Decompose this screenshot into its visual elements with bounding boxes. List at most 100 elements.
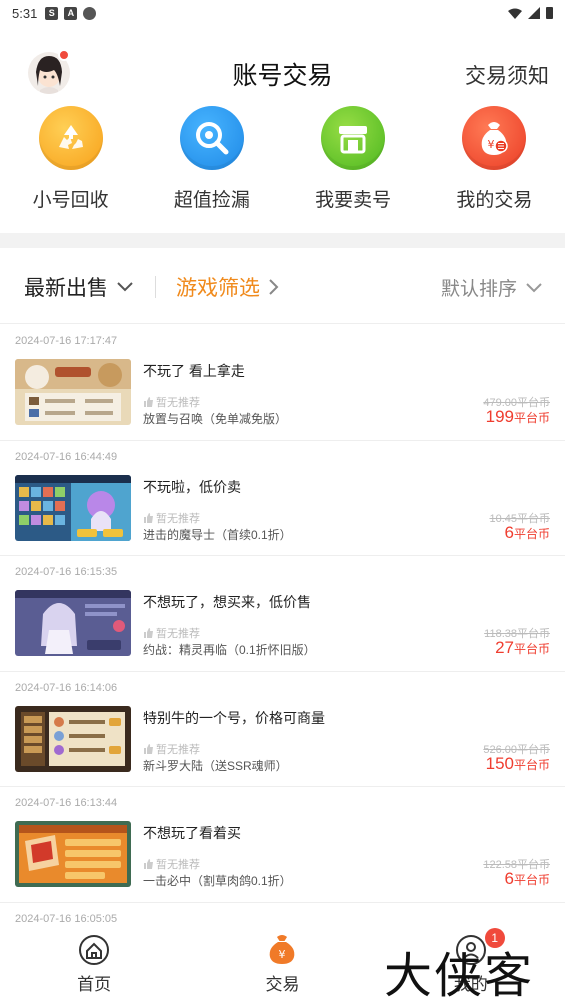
listing-thumbnail xyxy=(15,359,131,425)
no-recommend-tag: 暂无推荐 xyxy=(143,394,200,410)
sale-price: 150 平台币 xyxy=(486,754,550,774)
no-recommend-label: 暂无推荐 xyxy=(156,859,200,871)
game-filter-button[interactable]: 游戏筛选 xyxy=(176,272,280,302)
no-recommend-tag: 暂无推荐 xyxy=(143,510,200,526)
game-name: 一击必中（割草肉鸽0.1折） xyxy=(143,874,292,888)
signal-icon xyxy=(528,7,540,19)
latest-sale-dropdown[interactable]: 最新出售 xyxy=(24,272,134,302)
price-value: 6 xyxy=(504,869,514,888)
no-recommend-tag: 暂无推荐 xyxy=(143,856,200,872)
listing-time: 2024-07-16 16:44:49 xyxy=(15,450,118,463)
listing-time: 2024-07-16 16:14:06 xyxy=(15,681,118,694)
listing-title: 不玩了 看上拿走 xyxy=(143,363,245,379)
listing-thumbnail xyxy=(15,705,131,772)
no-recommend-tag: 暂无推荐 xyxy=(143,741,200,757)
sale-price: 27 平台币 xyxy=(495,638,550,658)
game-name: 放置与召唤（免单减免版） xyxy=(143,412,288,426)
nav-home[interactable]: 首页 xyxy=(0,928,188,1004)
filter-bar: 最新出售 游戏筛选 默认排序 xyxy=(0,248,565,324)
listing-thumbnail xyxy=(15,590,131,656)
no-recommend-label: 暂无推荐 xyxy=(156,743,200,756)
price-value: 199 xyxy=(485,407,514,426)
listing-time: 2024-07-16 16:13:44 xyxy=(15,797,118,809)
price-unit: 平台币 xyxy=(513,411,550,425)
home-icon xyxy=(79,935,110,965)
svg-text:¥: ¥ xyxy=(488,138,495,151)
thumb-up-icon xyxy=(144,397,153,407)
thumb-up-icon xyxy=(144,859,153,869)
svg-text:¥: ¥ xyxy=(279,948,286,961)
game-filter-label: 游戏筛选 xyxy=(176,277,260,300)
nav-trade[interactable]: ¥ 交易 xyxy=(188,928,376,1004)
thumb-up-icon xyxy=(144,743,153,754)
price-value: 6 xyxy=(504,522,514,542)
price-unit: 平台币 xyxy=(513,873,550,887)
battery-icon xyxy=(546,7,553,19)
quick-menu: 小号回收 超值捡漏 我要卖号 ¥ 我的交易 xyxy=(0,106,565,226)
s-app-icon: S xyxy=(45,6,59,20)
recycle-icon xyxy=(38,106,103,170)
quick-menu-recycle[interactable]: 小号回收 xyxy=(0,106,141,226)
sale-price: 6 平台币 xyxy=(505,523,550,543)
listing-title: 不想玩了，想买来，低价售 xyxy=(143,594,311,610)
a-app-icon: A xyxy=(64,6,78,20)
trade-notice-link[interactable]: 交易须知 xyxy=(465,60,549,90)
listing-thumbnail xyxy=(15,821,131,887)
nav-label: 交易 xyxy=(265,975,300,994)
watermark: 大侠客 xyxy=(384,948,535,1004)
price-value: 150 xyxy=(485,753,514,773)
game-name: 进击的魔导士（首续0.1折） xyxy=(143,527,292,542)
status-time: 5:31 xyxy=(12,5,38,21)
money-bag-icon: ¥ xyxy=(270,935,295,964)
price-unit: 平台币 xyxy=(513,757,550,772)
game-name: 约战：精灵再临（0.1折怀旧版） xyxy=(143,643,316,657)
shop-icon xyxy=(321,106,386,170)
money-bag-icon: ¥ xyxy=(462,106,527,170)
listing-time: 2024-07-16 16:15:35 xyxy=(15,566,118,578)
no-recommend-label: 暂无推荐 xyxy=(156,397,200,409)
listing-item[interactable]: 2024-07-16 16:15:35 不想玩了，想买来，低价售 暂无推荐 约战… xyxy=(0,556,565,672)
sale-price: 199 平台币 xyxy=(486,407,550,427)
sort-dropdown[interactable]: 默认排序 xyxy=(441,274,543,301)
listing-title: 不玩啦，低价卖 xyxy=(143,478,241,495)
sale-price: 6 平台币 xyxy=(505,869,550,889)
quick-menu-label: 小号回收 xyxy=(32,190,109,211)
chevron-down-icon xyxy=(526,282,542,292)
listing-thumbnail xyxy=(15,474,131,541)
price-unit: 平台币 xyxy=(513,526,550,541)
thumb-up-icon xyxy=(144,512,153,523)
nav-label: 首页 xyxy=(77,975,112,994)
latest-sale-label: 最新出售 xyxy=(24,277,108,300)
quick-menu-label: 我要卖号 xyxy=(315,190,392,211)
price-value: 27 xyxy=(495,638,514,657)
listing-item[interactable]: 2024-07-16 16:13:44 不想玩了看着买 暂无推荐 一击必中（割草… xyxy=(0,787,565,903)
listing-item[interactable]: 2024-07-16 16:44:49 不玩啦，低价卖 暂无推荐 进击的魔导士（… xyxy=(0,441,565,556)
listing-time: 2024-07-16 16:05:05 xyxy=(15,913,118,925)
search-icon xyxy=(179,106,244,170)
listing-title: 特别牛的一个号，价格可商量 xyxy=(143,709,325,726)
section-divider xyxy=(0,233,565,248)
sort-label: 默认排序 xyxy=(440,279,517,300)
listing-time: 2024-07-16 17:17:47 xyxy=(15,335,118,347)
circle-icon xyxy=(83,6,97,20)
filter-separator xyxy=(155,276,156,298)
header: 账号交易 交易须知 xyxy=(0,40,565,106)
quick-menu-label: 我的交易 xyxy=(456,190,533,211)
listing-item[interactable]: 2024-07-16 17:17:47 不玩了 看上拿走 暂无推荐 放置与召唤（… xyxy=(0,325,565,441)
no-recommend-label: 暂无推荐 xyxy=(156,628,200,640)
no-recommend-tag: 暂无推荐 xyxy=(143,625,200,641)
quick-menu-sell[interactable]: 我要卖号 xyxy=(283,106,424,226)
no-recommend-label: 暂无推荐 xyxy=(156,512,200,525)
listing-title: 不想玩了看着买 xyxy=(143,825,241,841)
game-name: 新斗罗大陆（送SSR魂师） xyxy=(143,758,288,773)
quick-menu-bargain[interactable]: 超值捡漏 xyxy=(141,106,282,226)
chevron-right-icon xyxy=(269,279,279,295)
listing-item[interactable]: 2024-07-16 16:14:06 特别牛的一个号，价格可商量 暂无推荐 新… xyxy=(0,672,565,787)
listing-list: 2024-07-16 17:17:47 不玩了 看上拿走 暂无推荐 放置与召唤（… xyxy=(0,325,565,903)
thumb-up-icon xyxy=(144,628,153,638)
quick-menu-my-trades[interactable]: ¥ 我的交易 xyxy=(424,106,565,226)
chevron-down-icon xyxy=(117,282,133,292)
price-unit: 平台币 xyxy=(513,642,550,656)
quick-menu-label: 超值捡漏 xyxy=(173,190,250,211)
status-bar: 5:31 S A xyxy=(0,0,565,26)
